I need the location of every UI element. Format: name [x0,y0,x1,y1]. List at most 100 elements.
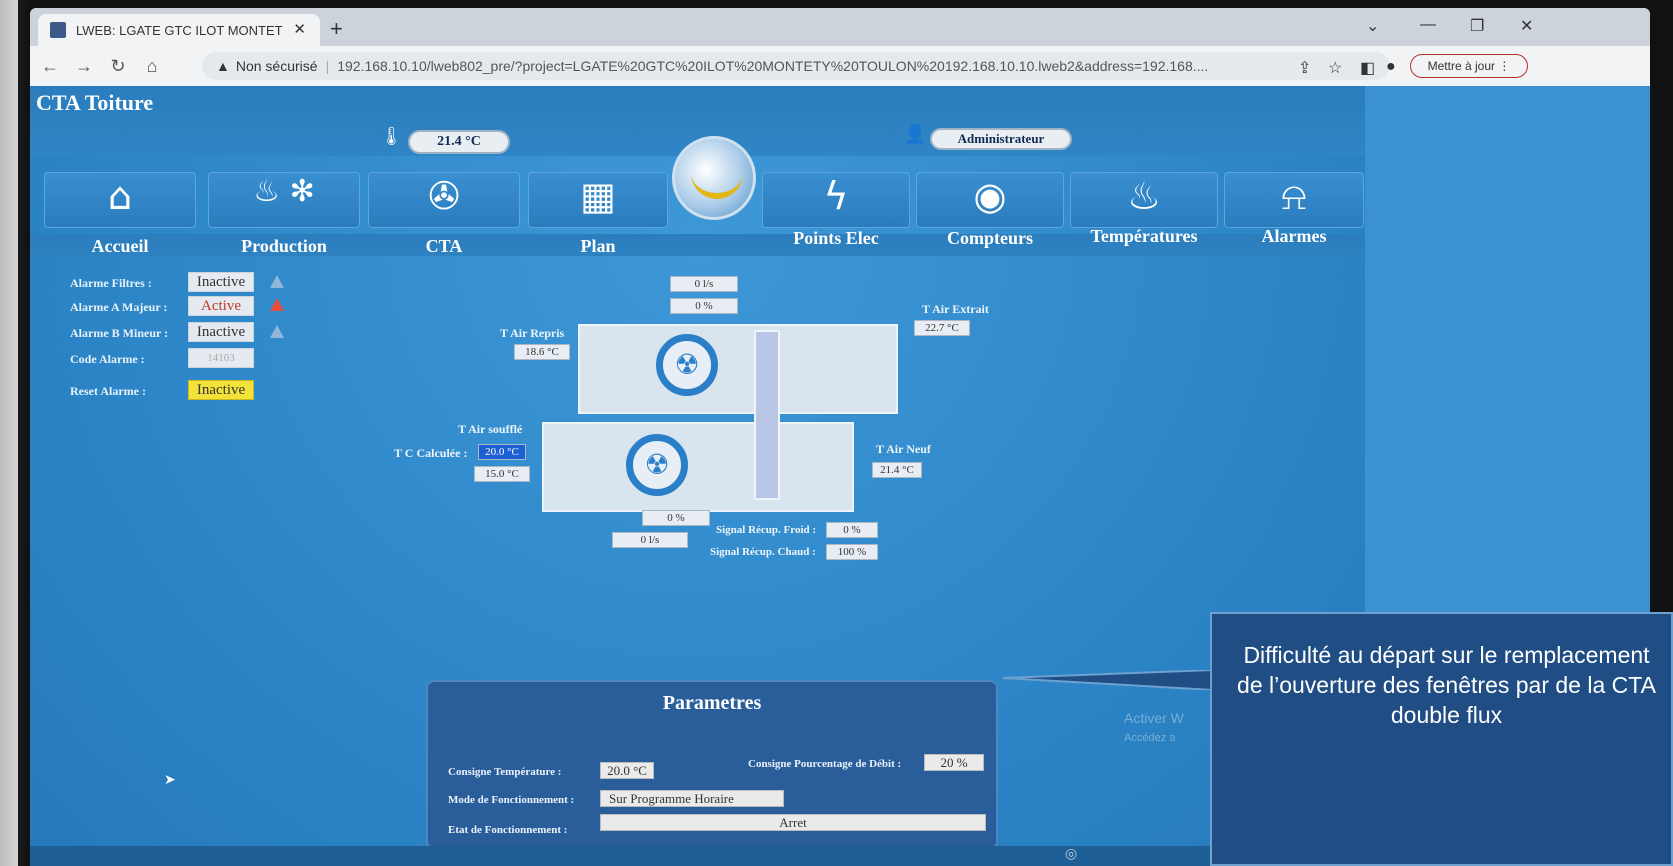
t-air-extrait-label: T Air Extrait [922,302,989,316]
reload-icon[interactable]: ↻ [104,56,132,77]
parametres-panel: Parametres Consigne Température : 20.0 °… [426,680,998,850]
home-icon: ⌂ [107,174,133,218]
restore-icon[interactable]: ❐ [1470,16,1484,36]
reset-alarme-button[interactable]: Inactive [188,380,254,400]
side-panel-icon[interactable]: ◧ [1360,58,1375,78]
favicon-icon [50,22,66,38]
user-icon: 👤 [904,124,927,145]
meter-icon: ◉ [973,174,1007,218]
consigne-temperature-input[interactable]: 20.0 °C [600,762,654,779]
tab-title: LWEB: LGATE GTC ILOT MONTET [76,22,283,38]
address-bar: ← → ↻ ⌂ ▲ Non sécurisé | 192.168.10.10/l… [30,46,1650,86]
update-label: Mettre à jour [1427,59,1495,73]
scada-app: CTA Toiture 🌡 21.4 °C 👤 Administrateur ⌂… [30,86,1365,866]
nav-label-alarmes[interactable]: Alarmes [1224,226,1364,247]
tab-bar: LWEB: LGATE GTC ILOT MONTET ✕ + ⌄ — ❐ ✕ [30,8,1650,46]
t-air-souffle-label: T Air soufflé [458,422,523,436]
share-icon[interactable]: ⇪ [1298,58,1311,78]
alarm-filtres-label: Alarme Filtres : [70,276,152,290]
outdoor-temp: 21.4 °C [408,130,510,154]
alarm-majeur-label: Alarme A Majeur : [70,300,168,314]
security-label: Non sécurisé [235,58,318,74]
pct-top: 0 % [670,298,738,314]
consigne-debit-input[interactable]: 20 % [924,754,984,771]
profile-icon[interactable]: ● [1386,58,1396,76]
forward-icon[interactable]: → [70,56,98,77]
t-air-repris-value: 18.6 °C [514,344,570,360]
page-title: CTA Toiture [36,90,154,115]
bookmark-star-icon[interactable]: ☆ [1328,58,1342,78]
url-text: 192.168.10.10/lweb802_pre/?project=LGATE… [337,58,1209,74]
tc-calculee-label: T C Calculée : [394,446,468,460]
warning-mineur-icon [270,325,284,338]
browser-tab[interactable]: LWEB: LGATE GTC ILOT MONTET ✕ [38,14,320,46]
flow-top: 0 l/s [670,276,738,292]
url-field[interactable]: ▲ Non sécurisé | 192.168.10.10/lweb802_p… [202,52,1390,80]
minimize-icon[interactable]: — [1420,16,1436,34]
alarm-majeur-value: Active [188,296,254,316]
t-air-neuf-label: T Air Neuf [876,442,931,456]
recup-chaud-label: Signal Récup. Chaud : [710,546,816,558]
etat-fonctionnement-value: Arret [600,814,986,831]
nav-label-cta[interactable]: CTA [368,236,520,257]
mode-fonctionnement-select[interactable]: Sur Programme Horaire [600,790,784,807]
bell-icon: ⍾ [1281,174,1307,218]
t-souffle-value: 15.0 °C [474,466,530,482]
activation-watermark-2: Accédez a [1124,732,1176,744]
thermometer-icon: 🌡 [380,126,403,147]
callout-annotation: Difficulté au départ sur le remplacement… [1210,612,1673,866]
alarm-mineur-label: Alarme B Mineur : [70,326,169,340]
recup-froid-label: Signal Récup. Froid : [716,524,817,536]
code-alarme-value: 14103 [188,348,254,368]
url-separator: | [325,58,330,74]
consigne-temperature-label: Consigne Température : [448,766,562,778]
reset-alarme-label: Reset Alarme : [70,384,146,398]
lightning-icon: ϟ [823,174,849,218]
nav-label-compteurs[interactable]: Compteurs [916,228,1064,249]
back-icon[interactable]: ← [36,56,64,77]
heat-waves-icon: ♨ [1126,174,1162,218]
heat-cool-icon: ♨ ✻ [253,174,315,209]
tc-calculee-value: 20.0 °C [478,444,526,460]
extract-fan-icon: ☢ [656,334,718,396]
tab-search-icon[interactable]: ⌄ [1366,16,1379,36]
update-button[interactable]: Mettre à jour ⋮ [1410,54,1528,78]
mode-fonctionnement-label: Mode de Fonctionnement : [448,794,575,806]
pct-bottom: 0 % [642,510,710,526]
close-tab-icon[interactable]: ✕ [293,20,306,38]
mouse-cursor-icon: ➤ [164,772,176,788]
alarm-mineur-value: Inactive [188,322,254,342]
t-air-extrait-value: 22.7 °C [914,320,970,336]
fan-icon: ✇ [428,174,460,218]
close-window-icon[interactable]: ✕ [1520,16,1533,36]
nav-label-accueil[interactable]: Accueil [44,236,196,257]
heat-exchanger [754,330,780,500]
taskbar-app-icon[interactable]: ◎ [1065,846,1077,862]
recup-froid-value: 0 % [826,522,878,538]
warning-filtres-icon [270,275,284,288]
warning-icon: ▲ [216,58,230,74]
t-air-neuf-value: 21.4 °C [872,462,922,478]
recup-chaud-value: 100 % [826,544,878,560]
building-icon: ▦ [580,174,616,218]
new-tab-button[interactable]: + [330,16,343,42]
parametres-title: Parametres [662,692,762,714]
activation-watermark-1: Activer W [1124,710,1184,726]
consigne-debit-label: Consigne Pourcentage de Débit : [748,758,902,770]
ahu-lower-section [542,422,854,512]
etat-fonctionnement-label: Etat de Fonctionnement : [448,824,568,836]
supply-fan-icon: ☢ [626,434,688,496]
code-alarme-label: Code Alarme : [70,352,145,366]
lgate-logo [672,136,756,220]
user-badge[interactable]: Administrateur [930,128,1072,150]
flow-bottom: 0 l/s [612,532,688,548]
callout-pointer [1003,670,1213,690]
nav-label-temperatures[interactable]: Températures [1070,226,1218,247]
t-air-repris-label: T Air Repris [500,326,565,340]
nav-label-production[interactable]: Production [208,236,360,257]
nav-label-plan[interactable]: Plan [528,236,668,257]
home-nav-icon[interactable]: ⌂ [138,56,166,77]
ahu-upper-section [578,324,898,414]
nav-label-points-elec[interactable]: Points Elec [762,228,910,249]
warning-majeur-icon [270,298,284,311]
